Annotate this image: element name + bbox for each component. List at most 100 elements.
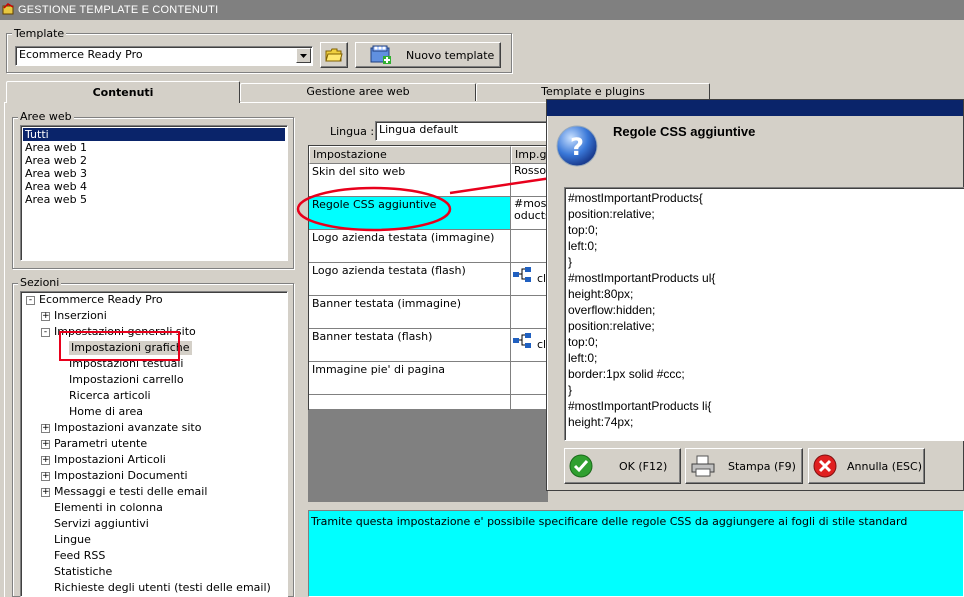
expand-plus-icon[interactable]: + [41,488,50,497]
code-line: top:0; [568,223,599,237]
tree-item[interactable]: Impostazioni Articoli [54,453,166,467]
tab-gestione-aree-web[interactable]: Gestione aree web [240,83,476,101]
aree-web-item[interactable]: Tutti [23,128,285,141]
template-select[interactable]: Ecommerce Ready Pro [15,46,313,66]
tree-item[interactable]: Messaggi e testi delle email [54,485,207,499]
tab-contenuti-label: Contenuti [92,86,154,99]
svg-text:?: ? [570,133,584,161]
tree-item[interactable]: Ricerca articoli [69,389,151,403]
highlight-box [59,331,180,361]
question-icon: ? [556,125,598,167]
collapse-minus-icon[interactable]: - [26,296,35,305]
window-title: GESTIONE TEMPLATE E CONTENUTI [18,4,219,16]
tree-item[interactable]: Impostazioni avanzate sito [54,421,201,435]
sezioni-label: Sezioni [18,276,62,289]
lingua-select-value: Lingua default [379,123,459,136]
new-template-button[interactable]: Nuovo template [355,42,501,68]
flash-tree-icon [513,267,531,282]
ok-button[interactable]: OK (F12) [564,448,681,484]
grid-row-value[interactable] [511,362,549,395]
tab-gestione-aree-web-label: Gestione aree web [306,85,410,98]
aree-web-item[interactable]: Area web 1 [23,141,285,154]
window-title-bar: GESTIONE TEMPLATE E CONTENUTI [0,0,964,20]
lingua-select[interactable]: Lingua default [375,121,555,141]
print-button[interactable]: Stampa (F9) [685,448,803,484]
tree-item[interactable]: Inserzioni [54,309,107,323]
grid-row-value[interactable] [511,296,549,329]
tree-item[interactable]: Statistiche [54,565,112,579]
aree-web-item[interactable]: Area web 2 [23,154,285,167]
code-line: position:relative; [568,207,655,221]
code-line: border:1px solid #ccc; [568,367,685,381]
aree-web-item[interactable]: Area web 5 [23,193,285,206]
grid-row-value[interactable]: cl [511,329,549,362]
dialog-title-bar[interactable] [547,100,963,116]
code-line: height:80px; [568,287,634,301]
tree-item[interactable]: Parametri utente [54,437,147,451]
collapse-minus-icon[interactable]: - [41,328,50,337]
code-line: height:74px; [568,415,634,429]
grid-row-empty [309,395,511,410]
expand-plus-icon[interactable]: + [41,456,50,465]
app-icon [2,3,14,15]
tree-item[interactable]: Impostazioni carrello [69,373,184,387]
print-button-label: Stampa (F9) [728,459,796,473]
tab-contenuti[interactable]: Contenuti [6,81,240,103]
code-line: #mostImportantProducts li{ [568,399,712,413]
code-line: position:relative; [568,319,655,333]
template-select-value: Ecommerce Ready Pro [19,48,143,61]
css-rules-dialog: ? Regole CSS aggiuntive #mostImportantPr… [546,99,964,491]
template-group-label: Template [12,27,67,40]
expand-plus-icon[interactable]: + [41,440,50,449]
code-line: top:0; [568,335,599,349]
grid-row-name[interactable]: Banner testata (immagine) [309,296,511,329]
tree-item[interactable]: Feed RSS [54,549,105,563]
grid-row-value-text: cl [537,272,547,285]
grid-empty-area [308,410,548,502]
grid-row-name[interactable]: Logo azienda testata (flash) [309,263,511,296]
aree-web-list[interactable]: Tutti Area web 1 Area web 2 Area web 3 Area … [20,125,288,261]
grid-row-value-text: cl [537,338,547,351]
flash-tree-icon [513,333,531,348]
css-code-editor[interactable]: #mostImportantProducts{ position:relative… [564,187,964,441]
annotation-overlay [296,159,564,232]
description-box: Tramite questa impostazione e' possibile… [308,510,964,597]
tree-item[interactable]: Ecommerce Ready Pro [39,293,163,307]
tree-item[interactable]: Richieste degli utenti (testi delle emai… [54,581,271,595]
cancel-button-label: Annulla (ESC) [847,459,922,473]
expand-plus-icon[interactable]: + [41,472,50,481]
tree-item[interactable]: Home di area [69,405,143,419]
code-line: #mostImportantProducts{ [568,191,703,205]
code-line: #mostImportantProducts ul{ [568,271,716,285]
cancel-icon [813,454,837,478]
ok-button-label: OK (F12) [619,459,668,473]
code-line: overflow:hidden; [568,303,656,317]
dialog-title: Regole CSS aggiuntive [613,124,756,139]
aree-web-label: Aree web [18,110,74,123]
tree-item[interactable]: Servizi aggiuntivi [54,517,149,531]
expand-plus-icon[interactable]: + [41,424,50,433]
tree-item[interactable]: Lingue [54,533,91,547]
tree-item[interactable]: Elementi in colonna [54,501,163,515]
code-line: } [568,255,573,269]
aree-web-item[interactable]: Area web 3 [23,167,285,180]
code-line: left:0; [568,239,598,253]
grid-row-value[interactable]: cl [511,263,549,296]
tab-template-plugins-label: Template e plugins [541,85,645,98]
description-text: Tramite questa impostazione e' possibile… [311,515,908,528]
grid-row-name[interactable]: Immagine pie' di pagina [309,362,511,395]
tree-item[interactable]: Impostazioni Documenti [54,469,188,483]
expand-plus-icon[interactable]: + [41,312,50,321]
grid-row-name[interactable]: Banner testata (flash) [309,329,511,362]
open-folder-button[interactable] [320,42,348,68]
code-line: } [568,383,573,397]
annotation-ellipse [296,186,452,232]
code-line: left:0; [568,351,598,365]
folder-icon [325,48,343,62]
check-icon [569,454,593,478]
new-template-label: Nuovo template [406,48,495,62]
aree-web-item[interactable]: Area web 4 [23,180,285,193]
cancel-button[interactable]: Annulla (ESC) [808,448,925,484]
annotation-line [449,175,559,195]
chevron-down-icon[interactable] [296,48,311,63]
